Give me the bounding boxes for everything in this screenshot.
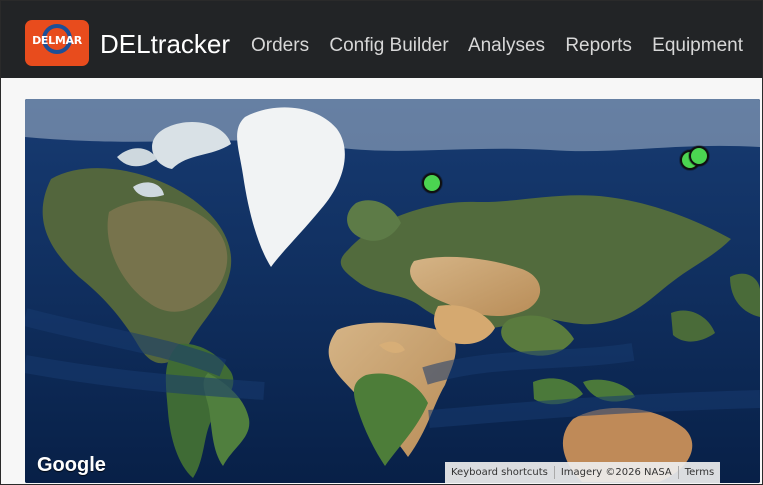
app-window: DELMAR DELtracker Orders Config Builder … (0, 0, 763, 485)
nav-equipment[interactable]: Equipment (652, 35, 743, 56)
site-marker[interactable] (421, 172, 442, 193)
logo-text: DELMAR (32, 34, 82, 47)
imagery-attribution: Imagery ©2026 NASA (555, 466, 679, 479)
top-navbar: DELMAR DELtracker Orders Config Builder … (1, 1, 762, 78)
site-marker[interactable] (688, 145, 709, 166)
brand-title[interactable]: DELtracker (100, 29, 230, 59)
google-map[interactable]: Google Keyboard shortcuts Imagery ©2026 … (25, 99, 760, 483)
nav-analyses[interactable]: Analyses (468, 35, 545, 56)
nav-orders[interactable]: Orders (251, 35, 309, 56)
nav-config-builder[interactable]: Config Builder (329, 35, 448, 56)
satellite-map-background (25, 99, 760, 483)
map-attribution: Keyboard shortcuts Imagery ©2026 NASA Te… (445, 462, 721, 483)
nav-reports[interactable]: Reports (565, 35, 632, 56)
delmar-logo[interactable]: DELMAR (25, 20, 89, 66)
terms-link[interactable]: Terms (679, 466, 720, 479)
main-navigation: Orders Config Builder Analyses Reports E… (251, 34, 758, 58)
google-logo: Google (37, 454, 106, 476)
keyboard-shortcuts-link[interactable]: Keyboard shortcuts (445, 466, 555, 479)
